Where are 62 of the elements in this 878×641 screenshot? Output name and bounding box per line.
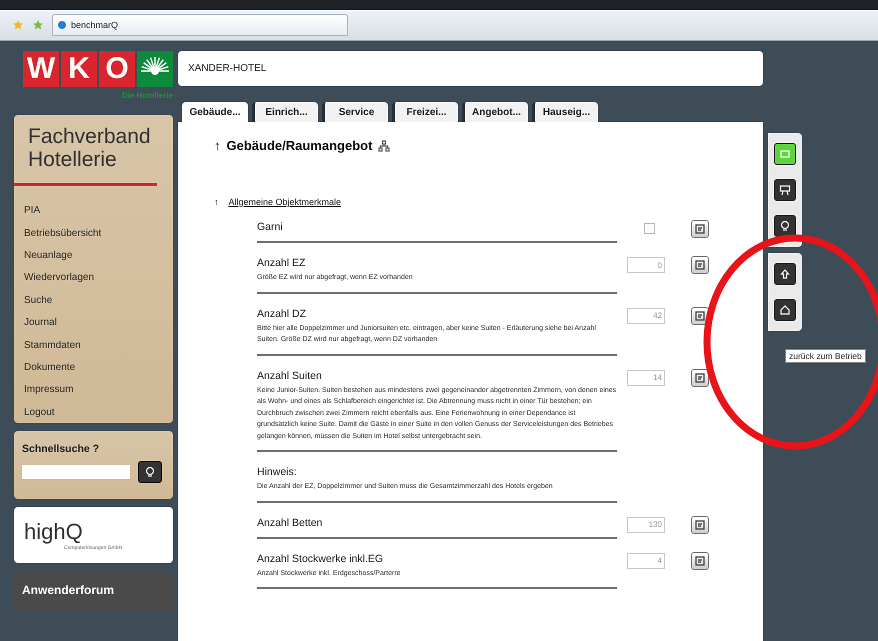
tab[interactable]: Service [322,102,388,122]
logo: W K O Die Hotellerie [14,51,173,107]
search-icon [144,466,156,478]
tooltip: zurück zum Betrieb [785,349,866,363]
nav-link[interactable]: Journal [24,312,163,335]
easel-icon [779,184,791,196]
field-label: Hinweis: [257,466,298,478]
search-button[interactable] [138,461,162,483]
field-label: Anzahl DZ [257,308,308,320]
nav-link[interactable]: Dokumente [24,357,163,380]
quick-search-field[interactable] [22,465,130,479]
form-icon [694,223,706,235]
field-label: Anzahl Stockwerke inkl.EG [257,552,384,565]
form-icon [694,518,706,531]
quick-search-label: Schnellsuche ? [22,443,100,455]
tab[interactable]: Freizei... [392,102,458,122]
nav-link[interactable]: Stammdaten [24,334,163,358]
checkbox[interactable] [644,223,655,234]
edit-button[interactable] [691,368,709,387]
form-icon [694,554,706,567]
collapse-arrow[interactable]: ↑ [214,197,218,207]
page-title: Gebäude/Raumangebot [226,138,372,153]
up-button[interactable] [774,263,796,285]
nav-link[interactable]: PIA [24,200,163,223]
field-label: Anzahl Suiten [257,370,323,382]
edit-button[interactable] [691,256,709,274]
nav-link[interactable]: Impressum [24,379,163,402]
edit-button[interactable] [691,552,709,570]
field-label: Anzahl EZ [257,257,306,269]
edit-button[interactable] [691,220,709,238]
form-icon [694,259,706,271]
form-icon [694,372,706,384]
nav-link[interactable]: Wiedervorlagen [24,267,163,290]
field-label: Anzahl Betten [257,516,324,529]
collapse-arrow[interactable]: ↑ [214,138,220,153]
browser-tab[interactable]: benchmarQ [52,14,348,36]
panel-title: Fachverband Hotellerie [28,125,152,172]
view-button[interactable] [774,143,796,165]
star-icon[interactable] [12,19,24,31]
nav-link[interactable]: Betriebsübersicht [24,222,163,245]
tab[interactable]: Angebot... [462,102,528,122]
zoom-button[interactable] [774,215,796,237]
hotel-name-bar: XANDER-HOTEL [178,51,763,86]
presentation-button[interactable] [774,179,796,201]
edit-button[interactable] [691,516,709,534]
section-link[interactable]: Allgemeine Objektmerkmale [228,197,342,207]
field-label: Garni [257,221,284,233]
window-icon [779,148,791,160]
forum-link[interactable]: Anwenderforum [14,571,173,611]
nav-link[interactable]: Logout [24,402,163,424]
hierarchy-icon [378,140,390,152]
tab[interactable]: Hauseig... [532,102,598,122]
form-icon [694,310,706,322]
tab[interactable]: Einrich... [252,102,318,122]
globe-icon [57,20,67,30]
tab[interactable]: Gebäude... [182,102,248,122]
up-arrow-icon [779,268,791,280]
house-icon [779,304,791,316]
nav-link[interactable]: Neuanlage [24,245,163,268]
nav-link[interactable]: Suche [24,290,163,312]
back-to-business-button[interactable] [774,299,796,321]
search-icon [779,220,791,232]
